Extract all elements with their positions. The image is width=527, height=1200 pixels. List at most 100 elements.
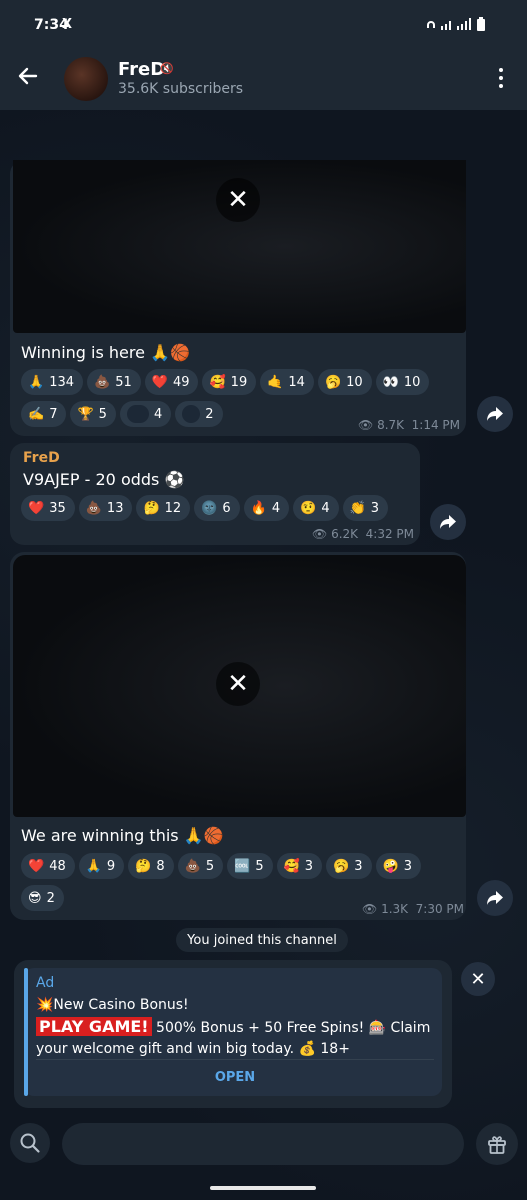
share-button[interactable] [430, 504, 466, 540]
reaction-emoji: ❤️ [151, 374, 168, 390]
reaction-emoji: 🥰 [283, 858, 300, 874]
ad-close-button[interactable]: ✕ [461, 962, 495, 996]
reaction-count: 9 [106, 858, 116, 874]
post-caption: We are winning this 🙏🏀 [21, 826, 224, 845]
reaction-chip[interactable]: 4 [119, 401, 172, 427]
view-count: 1.3K [381, 902, 409, 916]
muted-icon: 🔇 [160, 62, 174, 75]
reaction-emoji: 🏆 [77, 406, 94, 422]
reaction-chip[interactable]: 🌚 6 [194, 495, 240, 521]
reaction-emoji: 🤙 [267, 374, 284, 390]
reaction-count: 51 [115, 374, 132, 390]
reaction-count: 8 [156, 858, 165, 874]
reaction-chip[interactable]: 🤪 3 [375, 853, 422, 879]
message-input[interactable] [62, 1123, 464, 1165]
reaction-emoji: ✍️ [28, 406, 45, 422]
post-meta: 👁 8.7K 1:14 PM [358, 418, 461, 432]
reaction-count: 134 [49, 374, 75, 390]
sender-name: FreD [23, 450, 60, 466]
reaction-emoji: 🤪 [382, 858, 399, 874]
channel-title[interactable]: FreD [118, 59, 165, 80]
share-arrow-icon [487, 891, 503, 905]
reaction-count: 3 [354, 858, 363, 874]
reaction-count: 14 [288, 374, 305, 390]
subscriber-count: 35.6K subscribers [118, 81, 244, 97]
reaction-emoji: 😎 [28, 890, 42, 906]
ad-text: 💥New Casino Bonus! PLAY GAME! 500% Bonus… [36, 995, 436, 1060]
reaction-emoji: ❤️ [28, 500, 45, 516]
reaction-count: 12 [164, 500, 182, 516]
reaction-chip[interactable]: 💩 51 [87, 369, 141, 395]
reaction-count: 10 [403, 374, 421, 390]
reaction-chip[interactable]: 🏆 5 [70, 401, 116, 427]
reaction-chip[interactable]: 🤨 4 [293, 495, 339, 521]
reaction-emoji: 💩 [94, 374, 111, 390]
share-arrow-icon [487, 407, 503, 421]
ad-label: Ad [36, 975, 55, 991]
reaction-emoji: 🤨 [300, 500, 317, 516]
reaction-chip[interactable]: ❤️ 48 [21, 853, 75, 879]
ad-open-button[interactable]: OPEN [36, 1070, 434, 1085]
close-media-icon[interactable]: ✕ [216, 178, 260, 222]
reaction-chip[interactable]: 🙏 134 [21, 369, 84, 395]
reaction-emoji: 🔥 [250, 500, 267, 516]
reaction-chip[interactable]: 🆒 5 [227, 853, 273, 879]
channel-avatar[interactable] [64, 57, 108, 101]
reaction-count: 4 [321, 500, 330, 516]
post-time: 4:32 PM [365, 527, 415, 541]
reaction-count: 48 [49, 858, 66, 874]
reaction-emoji: 🥰 [209, 374, 226, 390]
custom-emoji-icon [182, 405, 201, 423]
reaction-count: 19 [230, 374, 248, 390]
reaction-emoji: 🙏 [28, 374, 45, 390]
ad-accent-bar [24, 968, 28, 1096]
share-button[interactable] [477, 396, 513, 432]
reaction-emoji: 👏 [349, 500, 366, 516]
reaction-chip[interactable]: 🥰 19 [202, 369, 257, 395]
reaction-chip[interactable]: 🤔 8 [128, 853, 174, 879]
reaction-count: 3 [370, 500, 380, 516]
reaction-emoji: ❤️ [28, 858, 45, 874]
reaction-chip[interactable]: 👏 3 [342, 495, 389, 521]
reaction-chip[interactable]: ❤️ 35 [21, 495, 75, 521]
reaction-chip[interactable]: 🔥 4 [243, 495, 290, 521]
post-text: V9AJEP - 20 odds ⚽ [23, 470, 185, 489]
reaction-emoji: 🆒 [234, 858, 251, 874]
reaction-chip[interactable]: 🥰 3 [276, 853, 323, 879]
reaction-chip[interactable]: 2 [175, 401, 223, 427]
reaction-chip[interactable]: ✍️ 7 [21, 401, 67, 427]
reaction-chip[interactable]: 🤙 14 [260, 369, 314, 395]
back-button[interactable] [14, 62, 42, 90]
reaction-chip[interactable]: 🙏 9 [78, 853, 125, 879]
close-media-icon[interactable]: ✕ [216, 662, 260, 706]
reaction-emoji: 🥱 [324, 374, 342, 390]
ad-body: PLAY GAME! 500% Bonus + 50 Free Spins! 🎰… [36, 1016, 436, 1060]
reaction-count: 2 [46, 890, 55, 906]
reaction-count: 4 [153, 406, 163, 422]
reaction-chip[interactable]: 🥱 10 [317, 369, 372, 395]
reaction-count: 6 [222, 500, 231, 516]
reaction-count: 13 [106, 500, 124, 516]
reaction-count: 3 [304, 858, 314, 874]
gesture-nav-bar[interactable] [210, 1186, 316, 1190]
reaction-chip[interactable]: 🥱 3 [326, 853, 372, 879]
view-count: 6.2K [331, 527, 359, 541]
share-arrow-icon [440, 515, 456, 529]
reaction-chip[interactable]: 💩 13 [78, 495, 133, 521]
reaction-chip[interactable]: 👀 10 [375, 369, 430, 395]
more-menu-button[interactable] [496, 68, 506, 90]
share-button[interactable] [477, 880, 513, 916]
reaction-count: 2 [205, 406, 214, 422]
play-game-badge: PLAY GAME! [36, 1017, 152, 1036]
gift-button[interactable] [476, 1123, 518, 1165]
reaction-emoji: 🤔 [135, 858, 152, 874]
x-app-icon: X [62, 17, 73, 32]
reaction-chip[interactable]: 💩 5 [177, 853, 224, 879]
reaction-chip[interactable]: ❤️ 49 [144, 369, 199, 395]
search-button[interactable] [10, 1123, 50, 1163]
post-time: 1:14 PM [411, 418, 461, 432]
reaction-chip[interactable]: 😎 2 [21, 885, 64, 911]
reaction-count: 5 [255, 858, 264, 874]
reaction-emoji: 🥱 [333, 858, 350, 874]
reaction-chip[interactable]: 🤔 12 [136, 495, 191, 521]
